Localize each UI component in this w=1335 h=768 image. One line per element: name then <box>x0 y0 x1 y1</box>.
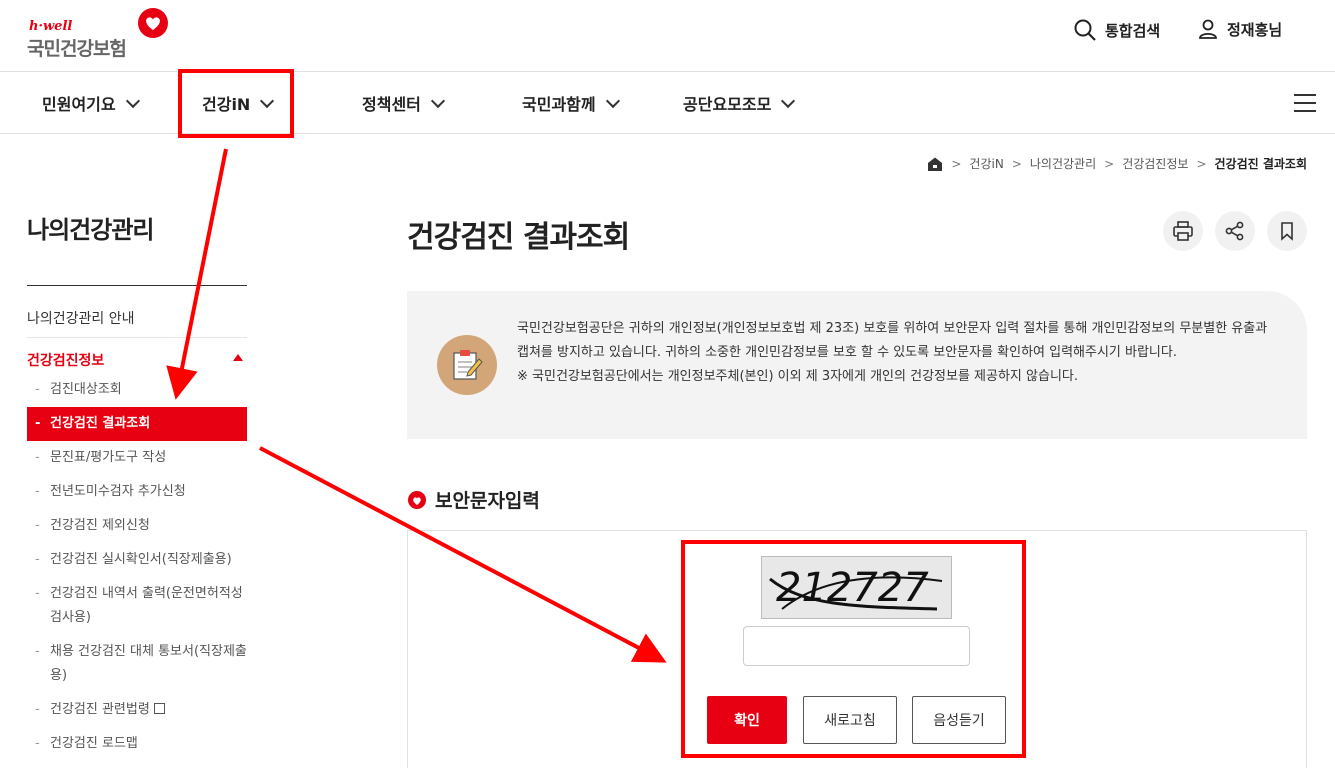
user-menu-button[interactable]: 정재홍님 <box>1197 18 1282 40</box>
privacy-notice: 국민건강보험공단은 귀하의 개인정보(개인정보보호법 제 23조) 보호를 위하… <box>407 291 1307 439</box>
gnb-label: 민원여기요 <box>42 95 116 114</box>
notice-paragraph: 국민건강보험공단은 귀하의 개인정보(개인정보보호법 제 23조) 보호를 위하… <box>517 321 1268 360</box>
chevron-right-icon: > <box>1196 156 1207 171</box>
divider <box>27 285 247 286</box>
lnb-item-guide[interactable]: 나의건강관리 안내 <box>27 308 247 338</box>
main-navigation: 민원여기요 건강iN 정책센터 국민과함께 공단요모조모 <box>0 72 1335 134</box>
lnb-group-checkup-info[interactable]: 건강검진정보 <box>27 350 247 370</box>
refresh-button[interactable]: 새로고침 <box>803 696 897 744</box>
heart-logo-icon <box>138 8 168 38</box>
chevron-down-icon <box>605 93 620 108</box>
lnb-sub-item[interactable]: 건강검진 실시확인서(직장제출용) <box>27 548 247 572</box>
gnb-item-civil[interactable]: 민원여기요 <box>42 72 140 134</box>
bookmark-button[interactable] <box>1267 211 1307 251</box>
notice-text: 국민건강보험공단은 귀하의 개인정보(개인정보보호법 제 23조) 보호를 위하… <box>517 317 1277 389</box>
user-icon <box>1199 19 1217 39</box>
lnb-sub-list: 검진대상조회 건강검진 결과조회 문진표/평가도구 작성 전년도미수검자 추가신… <box>27 378 247 766</box>
lnb-title: 나의건강관리 <box>27 216 154 244</box>
gnb-item-health-in[interactable]: 건강iN <box>202 72 275 134</box>
logo-sub: h·well <box>29 19 73 34</box>
section-title: 보안문자입력 <box>407 486 540 513</box>
menu-icon[interactable] <box>1294 94 1316 112</box>
page-title: 건강검진 결과조회 <box>407 220 630 255</box>
breadcrumb-item[interactable]: 건강iN <box>969 155 1003 172</box>
gnb-label: 건강iN <box>202 95 251 114</box>
lnb-sub-item[interactable]: 건강검진 로드맵 <box>27 732 247 756</box>
logo-main: 국민건강보험 <box>27 38 127 60</box>
gnb-item-together[interactable]: 국민과함께 <box>522 72 620 134</box>
captcha-input[interactable] <box>743 626 970 666</box>
chevron-right-icon: > <box>951 156 962 171</box>
chevron-down-icon <box>260 93 275 108</box>
lnb-sub-item-laws[interactable]: 건강검진 관련법령 <box>27 698 247 722</box>
notice-disclaimer: ※ 국민건강보험공단에서는 개인정보주체(본인) 이외 제 3자에게 개인의 건… <box>517 369 1078 384</box>
breadcrumb-item[interactable]: 나의건강관리 <box>1030 155 1096 172</box>
bookmark-icon <box>1281 222 1293 241</box>
lnb-sub-item[interactable]: 건강검진 제외신청 <box>27 514 247 538</box>
lnb-sub-item-selected[interactable]: 건강검진 결과조회 <box>27 407 247 441</box>
lnb-sub-label: 건강검진 관련법령 <box>50 702 150 717</box>
gnb-label: 국민과함께 <box>522 95 596 114</box>
chevron-down-icon <box>430 93 445 108</box>
chevron-right-icon: > <box>1011 156 1022 171</box>
chevron-down-icon <box>781 93 796 108</box>
memo-icon <box>437 335 497 395</box>
external-link-icon <box>153 703 165 714</box>
home-icon[interactable] <box>927 156 943 172</box>
chevron-right-icon: > <box>1104 156 1115 171</box>
lnb-sub-item[interactable]: 채용 건강검진 대체 통보서(직장제출용) <box>27 640 247 688</box>
user-name: 정재홍님 <box>1227 20 1283 39</box>
audio-button[interactable]: 음성듣기 <box>912 696 1006 744</box>
gnb-item-policy[interactable]: 정책센터 <box>362 72 445 134</box>
site-logo[interactable]: h·well 국민건강보험 <box>27 8 177 60</box>
gnb-item-about[interactable]: 공단요모조모 <box>683 72 796 134</box>
breadcrumb-current: 건강검진 결과조회 <box>1214 157 1308 171</box>
chevron-down-icon <box>125 93 140 108</box>
share-button[interactable] <box>1215 211 1255 251</box>
lnb-sub-item[interactable]: 전년도미수검자 추가신청 <box>27 480 247 504</box>
lnb-sub-item[interactable]: 건강검진 내역서 출력(운전면허적성검사용) <box>27 582 247 630</box>
captcha-image: 212727 <box>761 556 952 619</box>
print-icon <box>1173 221 1193 241</box>
print-button[interactable] <box>1163 211 1203 251</box>
lnb-group-label: 건강검진정보 <box>27 353 105 369</box>
breadcrumb-item[interactable]: 건강검진정보 <box>1122 155 1188 172</box>
lnb-sub-item[interactable]: 검진대상조회 <box>27 378 247 402</box>
search-icon <box>1074 19 1096 41</box>
section-title-label: 보안문자입력 <box>435 490 540 512</box>
lnb-sub-item[interactable]: 문진표/평가도구 작성 <box>27 446 247 470</box>
heart-bullet-icon <box>408 490 426 509</box>
confirm-button[interactable]: 확인 <box>707 696 787 744</box>
caret-up-icon <box>233 354 243 361</box>
gnb-label: 정책센터 <box>362 95 421 114</box>
site-header: h·well 국민건강보험 통합검색 정재홍님 <box>0 0 1335 72</box>
share-icon <box>1225 221 1244 241</box>
breadcrumb: > 건강iN > 나의건강관리 > 건강검진정보 > 건강검진 결과조회 <box>927 155 1307 172</box>
gnb-label: 공단요모조모 <box>683 95 772 114</box>
search-label: 통합검색 <box>1105 21 1161 40</box>
integrated-search-button[interactable]: 통합검색 <box>1073 18 1160 42</box>
